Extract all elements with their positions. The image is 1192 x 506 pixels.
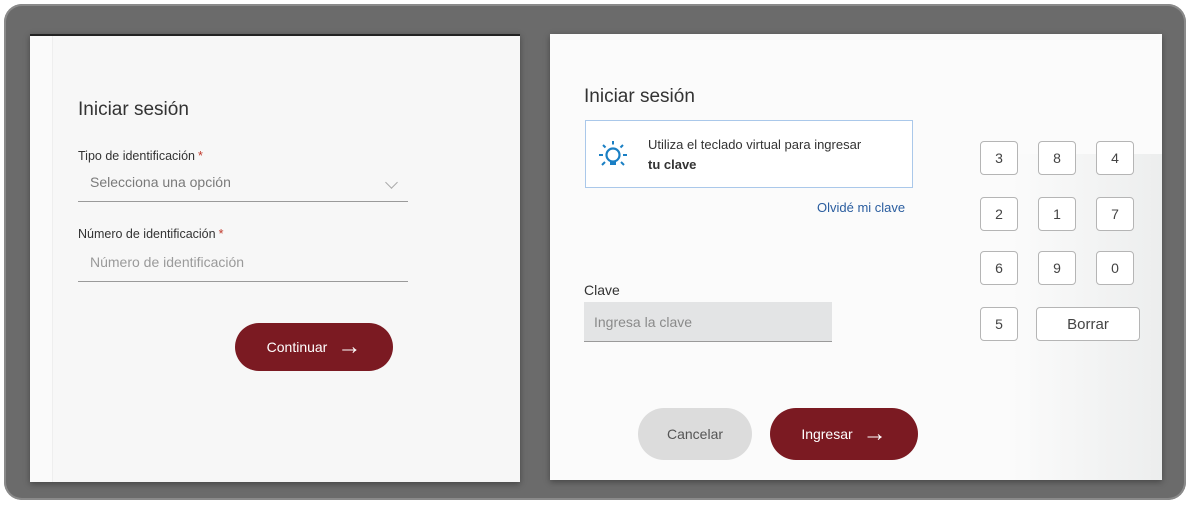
continue-button-label: Continuar (266, 339, 328, 355)
id-number-placeholder: Número de identificación (90, 254, 245, 270)
keypad-key[interactable]: 3 (980, 141, 1018, 175)
keypad-delete-button[interactable]: Borrar (1036, 307, 1140, 341)
info-line-1: Utiliza el teclado virtual para ingresar (648, 137, 862, 152)
password-placeholder: Ingresa la clave (594, 314, 693, 330)
info-message: Utiliza el teclado virtual para ingresar… (648, 135, 861, 175)
info-box: Utiliza el teclado virtual para ingresar… (585, 120, 913, 188)
password-panel: Iniciar sesión Utiliza el teclado virtua… (550, 34, 1162, 480)
id-type-label-text: Tipo de identificación (78, 149, 195, 163)
password-input[interactable]: Ingresa la clave (584, 302, 832, 342)
keypad-key[interactable]: 6 (980, 251, 1018, 285)
id-number-label: Número de identificación * (78, 227, 223, 241)
id-type-label: Tipo de identificación * (78, 149, 203, 163)
keypad-key[interactable]: 8 (1038, 141, 1076, 175)
chevron-down-icon (385, 176, 398, 189)
required-mark: * (218, 227, 224, 241)
keypad-key[interactable]: 4 (1096, 141, 1134, 175)
keypad-key[interactable]: 5 (980, 307, 1018, 341)
submit-button-label: Ingresar (801, 426, 853, 442)
id-type-selected-value: Selecciona una opción (90, 174, 231, 190)
id-type-select[interactable]: Selecciona una opción (78, 174, 408, 202)
cancel-button[interactable]: Cancelar (638, 408, 752, 460)
submit-button[interactable]: Ingresar → (770, 408, 918, 460)
keypad-key[interactable]: 2 (980, 197, 1018, 231)
page-title: Iniciar sesión (78, 99, 189, 120)
id-number-input[interactable]: Número de identificación (78, 254, 408, 282)
arrow-right-icon: → (862, 420, 887, 447)
clave-label: Clave (584, 282, 620, 298)
lightbulb-icon (599, 141, 627, 166)
keypad-key[interactable]: 7 (1096, 197, 1134, 231)
arrow-right-icon: → (337, 333, 362, 360)
keypad-key[interactable]: 0 (1096, 251, 1134, 285)
info-line-2: tu clave (648, 157, 697, 172)
forgot-password-link[interactable]: Olvidé mi clave (817, 200, 905, 215)
keypad-key[interactable]: 9 (1038, 251, 1076, 285)
login-panel: Iniciar sesión Tipo de identificación * S… (30, 34, 520, 482)
continue-button[interactable]: Continuar → (235, 323, 393, 371)
page-title: Iniciar sesión (584, 86, 695, 107)
keypad-key[interactable]: 1 (1038, 197, 1076, 231)
required-mark: * (197, 149, 203, 163)
panel-side-stripe (30, 36, 53, 482)
id-number-label-text: Número de identificación (78, 227, 216, 241)
